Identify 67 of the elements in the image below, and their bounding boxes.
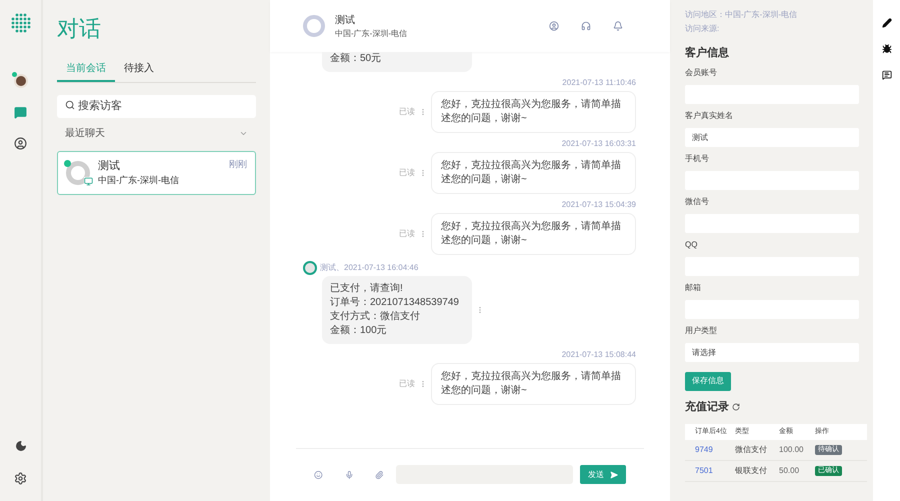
table-cell-text: 微信支付 — [735, 444, 768, 456]
visitor-info: 访问地区：中国-广东-深圳-电信 — [685, 9, 798, 21]
order-link[interactable]: 9749 — [695, 444, 735, 456]
section-label: 最近聊天 — [65, 126, 105, 140]
search-field[interactable]: 搜索访客 — [57, 94, 256, 118]
microphone-icon[interactable] — [344, 468, 354, 480]
attachment-icon[interactable] — [375, 468, 384, 480]
chat-icon[interactable] — [14, 106, 27, 119]
bell-icon[interactable] — [613, 21, 623, 31]
message-time: 2021-07-13 15:04:39 — [562, 200, 636, 210]
order-link[interactable]: 7501 — [695, 465, 735, 477]
message-time: 刚刚 — [229, 158, 247, 170]
visitor-name: 测试 — [98, 158, 120, 174]
read-status: 已读 — [399, 106, 415, 118]
message-time: 2021-07-13 16:03:31 — [562, 139, 636, 149]
read-status: 已读 — [399, 378, 415, 390]
conversation-card[interactable]: 测试 刚刚 中国-广东-深圳-电信 — [57, 150, 256, 194]
dark-mode-icon[interactable] — [14, 440, 26, 452]
message-time: 2021-07-13 11:10:46 — [562, 78, 636, 88]
avatar — [303, 15, 325, 37]
message-bubble: 您好，克拉拉很高兴为您服务，请简单描述您的问题，谢谢~ — [431, 152, 636, 194]
input-field[interactable]: 测试 — [685, 128, 859, 146]
search-icon — [65, 100, 75, 110]
tab[interactable]: 当前会话 — [57, 57, 115, 82]
message-time: 2021-07-13 15:08:44 — [562, 350, 636, 360]
message-bubble: 您好，克拉拉很高兴为您服务，请简单描述您的问题，谢谢~ — [431, 213, 636, 255]
refresh-icon[interactable] — [732, 403, 740, 412]
read-status: 已读 — [399, 228, 415, 240]
desktop-icon — [84, 176, 93, 186]
pencil-icon[interactable] — [882, 18, 892, 28]
visitor-name: 测试 — [335, 14, 356, 28]
visitor-location: 中国-广东-深圳-电信 — [335, 28, 408, 40]
table-cell-text: 银联支付 — [735, 465, 768, 477]
table-cell-text: 100.00 — [779, 444, 804, 456]
field-label: 客户真实姓名 — [685, 110, 734, 120]
note-icon[interactable] — [882, 70, 892, 80]
field-label: 会员账号 — [685, 68, 718, 78]
field-label: 微信号 — [685, 196, 710, 206]
field-label: 用户类型 — [685, 326, 718, 336]
headset-icon[interactable] — [581, 21, 591, 31]
section-title: 充值记录 — [685, 400, 729, 415]
input-field[interactable]: 请选择 — [685, 342, 859, 362]
send-icon — [610, 470, 618, 478]
visitor-info: 访问来源: — [685, 23, 720, 35]
field-label: 手机号 — [685, 154, 710, 164]
tab[interactable]: 待接入 — [115, 57, 163, 82]
read-status: 已读 — [399, 167, 415, 179]
sender-time: 测试、2021-07-13 16:04:46 — [320, 262, 418, 274]
emoji-icon[interactable] — [314, 468, 323, 480]
section-title: 客户信息 — [685, 46, 730, 61]
visitor-location: 中国-广东-深圳-电信 — [98, 174, 180, 187]
avatar — [303, 261, 317, 275]
message-bubble: 已支付，请查询! 订单号：2021071348539749 支付方式：微信支付 金额：100元 — [322, 276, 472, 344]
save-button[interactable]: 保存信息 — [685, 372, 731, 390]
logo-icon — [10, 12, 32, 34]
bug-icon[interactable] — [882, 44, 892, 54]
settings-icon[interactable] — [14, 472, 27, 485]
message-bubble: 金额：50元 — [322, 52, 472, 72]
avatar-icon[interactable] — [14, 74, 28, 88]
table-cell-text: 50.00 — [779, 465, 800, 477]
user-icon[interactable] — [14, 137, 27, 150]
message-bubble: 您好，克拉拉很高兴为您服务，请简单描述您的问题，谢谢~ — [431, 363, 636, 405]
message-bubble: 您好，克拉拉很高兴为您服务，请简单描述您的问题，谢谢~ — [431, 91, 636, 133]
page-title: 对话 — [57, 15, 102, 43]
send-button[interactable]: 发送 — [580, 465, 626, 484]
field-label: 邮箱 — [685, 282, 702, 292]
field-label: QQ — [685, 240, 698, 250]
